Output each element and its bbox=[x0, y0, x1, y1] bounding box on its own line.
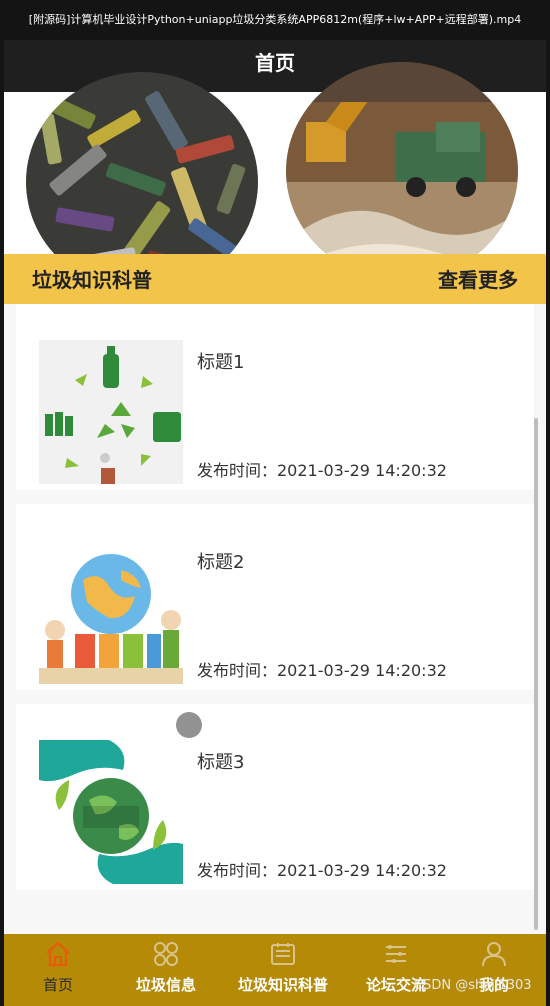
book-icon bbox=[271, 943, 295, 965]
article-title: 标题1 bbox=[197, 352, 245, 373]
tab-label: 垃圾知识科普 bbox=[237, 976, 328, 994]
video-title: [附源码]计算机毕业设计Python+uniapp垃圾分类系统APP6812m(… bbox=[28, 13, 522, 26]
article-thumbnail-save-world bbox=[39, 740, 183, 884]
banner-carousel[interactable] bbox=[4, 62, 546, 292]
article-publish-time: 发布时间：2021-03-29 14:20:32 bbox=[197, 461, 447, 480]
page-title: 首页 bbox=[255, 51, 295, 75]
grid-icon bbox=[154, 942, 178, 966]
tab-garbage-info[interactable]: 垃圾信息 bbox=[112, 934, 220, 1006]
article-card[interactable]: 标题2 发布时间：2021-03-29 14:20:32 bbox=[16, 504, 534, 690]
section-header: 垃圾知识科普 查看更多 bbox=[4, 254, 546, 304]
article-card[interactable]: 标题1 发布时间：2021-03-29 14:20:32 bbox=[16, 304, 534, 490]
tab-garbage-knowledge[interactable]: 垃圾知识科普 bbox=[220, 934, 346, 1006]
tab-home[interactable]: 首页 bbox=[4, 934, 112, 1006]
user-icon bbox=[482, 942, 506, 967]
bottom-tab-bar: 首页 垃圾信息 垃圾知识科普 论坛交流 我的 bbox=[4, 934, 546, 1006]
article-title: 标题2 bbox=[197, 552, 245, 573]
watermark: CSDN @sheji1303 bbox=[414, 978, 532, 993]
article-publish-time: 发布时间：2021-03-29 14:20:32 bbox=[197, 661, 447, 680]
article-card[interactable]: 标题3 发布时间：2021-03-29 14:20:32 bbox=[16, 704, 534, 890]
tab-label: 垃圾信息 bbox=[135, 976, 196, 994]
list-icon bbox=[386, 945, 406, 963]
article-thumbnail-globe-kids bbox=[39, 540, 183, 684]
article-list: 标题1 发布时间：2021-03-29 14:20:32 标题2 发布时间：20… bbox=[4, 304, 546, 934]
view-more-link[interactable]: 查看更多 bbox=[438, 254, 518, 306]
banner-image-excavator[interactable] bbox=[286, 62, 518, 280]
phone-screen: 首页 垃圾知识科普 查看更多 标题1 发布时间：2021-03-29 14:20… bbox=[4, 40, 546, 1006]
article-title: 标题3 bbox=[197, 752, 245, 773]
touch-indicator bbox=[176, 712, 202, 738]
tab-mine[interactable]: 我的 bbox=[446, 934, 542, 1006]
scrollbar[interactable] bbox=[534, 418, 538, 930]
article-publish-time: 发布时间：2021-03-29 14:20:32 bbox=[197, 861, 447, 880]
section-title: 垃圾知识科普 bbox=[32, 268, 152, 292]
tab-forum[interactable]: 论坛交流 bbox=[346, 934, 446, 1006]
tab-label: 首页 bbox=[42, 976, 73, 994]
home-icon bbox=[46, 941, 70, 967]
article-thumbnail-recycle bbox=[39, 340, 183, 484]
